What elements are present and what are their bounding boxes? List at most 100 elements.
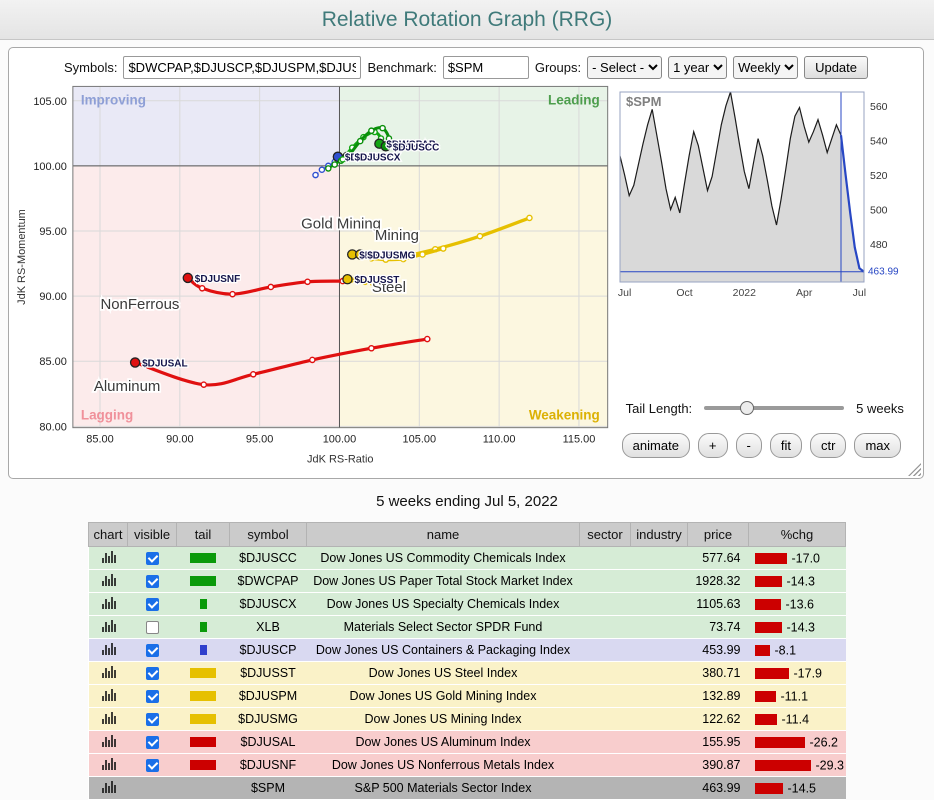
- name-cell: Dow Jones US Commodity Chemicals Index: [307, 547, 580, 570]
- svg-text:95.00: 95.00: [39, 226, 66, 238]
- groups-label: Groups:: [535, 60, 581, 75]
- fit-button[interactable]: fit: [770, 433, 802, 458]
- period-select[interactable]: 1 year: [668, 56, 727, 79]
- pct-change-value: -8.1: [775, 643, 797, 657]
- chart-icon[interactable]: [101, 665, 116, 681]
- pct-change-value: -17.0: [792, 551, 821, 565]
- sector-cell: [580, 777, 631, 800]
- chart-icon[interactable]: [101, 734, 116, 750]
- symbol-cell: XLB: [230, 616, 307, 639]
- symbol-cell: $DJUSNF: [230, 754, 307, 777]
- visible-checkbox[interactable]: [146, 736, 159, 749]
- benchmark-input[interactable]: [443, 56, 529, 79]
- tail-color-bar[interactable]: [200, 622, 207, 632]
- tail-color-bar[interactable]: [200, 645, 207, 655]
- tail-length-slider[interactable]: [704, 399, 844, 417]
- chart-icon[interactable]: [101, 619, 116, 635]
- max-button[interactable]: max: [854, 433, 901, 458]
- app-header: Relative Rotation Graph (RRG): [0, 0, 934, 40]
- symbol-cell: $SPM: [230, 777, 307, 800]
- chart-icon[interactable]: [101, 596, 116, 612]
- tail-color-bar[interactable]: [190, 553, 216, 563]
- tail-color-bar[interactable]: [190, 737, 216, 747]
- column-header-visible[interactable]: visible: [128, 523, 177, 547]
- svg-text:85.00: 85.00: [86, 434, 113, 446]
- chart-icon[interactable]: [101, 711, 116, 727]
- svg-text:$DJUSST: $DJUSST: [354, 275, 399, 286]
- svg-text:463.99: 463.99: [868, 267, 899, 278]
- svg-text:560: 560: [870, 101, 888, 113]
- pct-change-bar: [755, 737, 805, 748]
- visible-checkbox[interactable]: [146, 575, 159, 588]
- column-header-pct-chg[interactable]: %chg: [749, 523, 846, 547]
- pct-change-value: -14.5: [788, 781, 817, 795]
- chart-icon[interactable]: [101, 550, 116, 566]
- tail-color-bar[interactable]: [190, 691, 216, 701]
- pct-change-bar: [755, 622, 782, 633]
- table-row: $SPMS&P 500 Materials Sector Index463.99…: [89, 777, 846, 800]
- svg-text:Jul: Jul: [618, 287, 631, 299]
- svg-text:105.00: 105.00: [403, 434, 437, 446]
- benchmark-label: Benchmark:: [367, 60, 436, 75]
- tail-color-bar[interactable]: [190, 668, 216, 678]
- sector-cell: [580, 570, 631, 593]
- table-row: $DJUSALDow Jones US Aluminum Index155.95…: [89, 731, 846, 754]
- column-header-sector[interactable]: sector: [580, 523, 631, 547]
- chart-icon[interactable]: [101, 780, 116, 796]
- industry-cell: [631, 616, 688, 639]
- animate-button[interactable]: animate: [622, 433, 690, 458]
- visible-checkbox[interactable]: [146, 667, 159, 680]
- table-row: $DJUSMGDow Jones US Mining Index122.62-1…: [89, 708, 846, 731]
- tail-color-bar[interactable]: [190, 760, 216, 770]
- visible-checkbox[interactable]: [146, 713, 159, 726]
- column-header-price[interactable]: price: [688, 523, 749, 547]
- pct-change-value: -29.3: [816, 758, 845, 772]
- symbols-input[interactable]: [123, 56, 361, 79]
- symbol-cell: $DJUSPM: [230, 685, 307, 708]
- price-cell: 463.99: [688, 777, 749, 800]
- rrg-chart[interactable]: 85.0090.0095.00100.00105.00110.00115.008…: [13, 82, 612, 468]
- column-header-industry[interactable]: industry: [631, 523, 688, 547]
- svg-text:Weakening: Weakening: [529, 408, 600, 423]
- tail-color-bar[interactable]: [200, 599, 207, 609]
- visible-checkbox[interactable]: [146, 621, 159, 634]
- zoom-out-button[interactable]: -: [736, 433, 762, 458]
- visible-checkbox[interactable]: [146, 598, 159, 611]
- chart-icon[interactable]: [101, 688, 116, 704]
- column-header-symbol[interactable]: symbol: [230, 523, 307, 547]
- table-row: XLBMaterials Select Sector SPDR Fund73.7…: [89, 616, 846, 639]
- column-header-name[interactable]: name: [307, 523, 580, 547]
- svg-text:480: 480: [870, 239, 888, 251]
- chart-icon[interactable]: [101, 757, 116, 773]
- tail-color-bar[interactable]: [190, 576, 216, 586]
- frequency-select[interactable]: Weekly: [733, 56, 798, 79]
- name-cell: Dow Jones US Specialty Chemicals Index: [307, 593, 580, 616]
- industry-cell: [631, 708, 688, 731]
- visible-checkbox[interactable]: [146, 759, 159, 772]
- chart-icon[interactable]: [101, 642, 116, 658]
- name-cell: Dow Jones US Paper Total Stock Market In…: [307, 570, 580, 593]
- update-button[interactable]: Update: [804, 56, 868, 79]
- groups-select[interactable]: - Select -: [587, 56, 662, 79]
- svg-text:NonFerrous: NonFerrous: [100, 296, 179, 313]
- svg-text:Lagging: Lagging: [81, 408, 133, 423]
- table-row: $DJUSNFDow Jones US Nonferrous Metals In…: [89, 754, 846, 777]
- price-cell: 380.71: [688, 662, 749, 685]
- svg-text:Aluminum: Aluminum: [94, 378, 160, 395]
- visible-checkbox[interactable]: [146, 690, 159, 703]
- center-button[interactable]: ctr: [810, 433, 846, 458]
- chart-icon[interactable]: [101, 573, 116, 589]
- sector-cell: [580, 616, 631, 639]
- industry-cell: [631, 547, 688, 570]
- price-cell: 122.62: [688, 708, 749, 731]
- toolbar: Symbols: Benchmark: Groups: - Select - 1…: [9, 48, 923, 79]
- column-header-chart[interactable]: chart: [89, 523, 128, 547]
- svg-text:$SPM: $SPM: [626, 94, 661, 109]
- tail-color-bar[interactable]: [190, 714, 216, 724]
- industry-cell: [631, 777, 688, 800]
- zoom-in-button[interactable]: +: [698, 433, 728, 458]
- visible-checkbox[interactable]: [146, 644, 159, 657]
- visible-checkbox[interactable]: [146, 552, 159, 565]
- table-row: $DJUSPMDow Jones US Gold Mining Index132…: [89, 685, 846, 708]
- column-header-tail[interactable]: tail: [177, 523, 230, 547]
